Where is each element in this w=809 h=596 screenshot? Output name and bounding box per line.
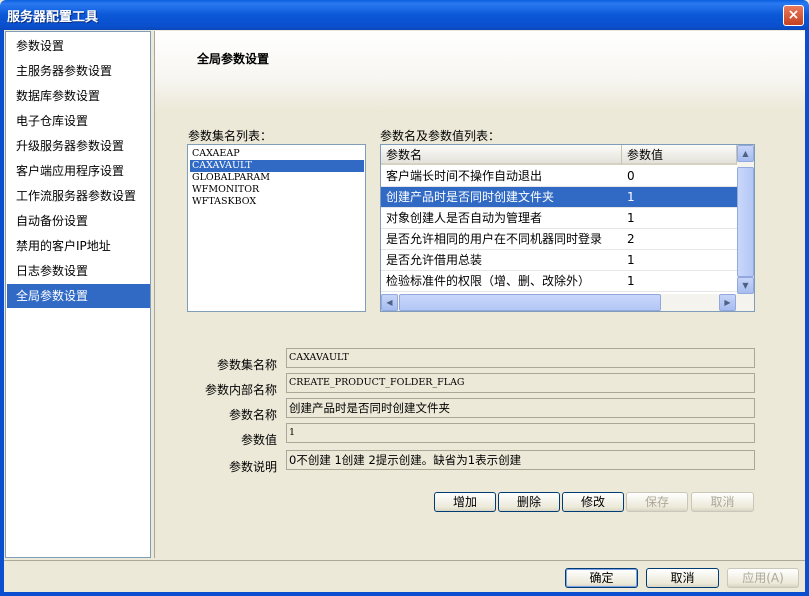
- param-desc-label: 参数说明: [228, 460, 277, 474]
- table-row[interactable]: 对象创建人是否自动为管理者 1: [381, 208, 737, 229]
- cancel-edit-button[interactable]: 取消: [691, 492, 754, 512]
- param-grid[interactable]: 参数名 参数值 客户端长时间不操作自动退出 0 创建产品时是否同时创建文件夹 1…: [380, 144, 755, 312]
- cancel-button[interactable]: 取消: [646, 568, 719, 588]
- cell-value: 1: [627, 253, 635, 267]
- header-band: [155, 31, 805, 111]
- sidebar-item-client-app[interactable]: 客户端应用程序设置: [7, 159, 150, 183]
- sidebar-item-workflow-server[interactable]: 工作流服务器参数设置: [7, 184, 150, 208]
- table-row[interactable]: 是否允许借用总装 1: [381, 250, 737, 271]
- param-value-label: 参数值: [240, 433, 277, 447]
- sidebar-item-global[interactable]: 全局参数设置: [7, 284, 150, 308]
- grid-header: 参数名 参数值: [381, 145, 737, 165]
- cell-value: 1: [627, 274, 635, 288]
- table-row[interactable]: 创建产品时是否同时创建文件夹 1: [381, 187, 737, 208]
- dialog-button-bar: 确定 取消 应用(A): [4, 560, 805, 592]
- param-name-field: 创建产品时是否同时创建文件夹: [286, 398, 755, 418]
- cell-name: 对象创建人是否自动为管理者: [386, 211, 543, 225]
- internal-name-label: 参数内部名称: [204, 383, 277, 397]
- list-item[interactable]: CAXAVAULT: [190, 160, 364, 172]
- sidebar: 参数设置 主服务器参数设置 数据库参数设置 电子仓库设置 升级服务器参数设置 客…: [5, 31, 151, 558]
- cell-name: 是否允许相同的用户在不同机器同时登录: [386, 232, 603, 246]
- grid-label: 参数名及参数值列表：: [380, 129, 501, 143]
- sidebar-item-banned-ip[interactable]: 禁用的客户IP地址: [7, 234, 150, 258]
- sidebar-item-log[interactable]: 日志参数设置: [7, 259, 150, 283]
- title-bar[interactable]: 服务器配置工具 ×: [0, 0, 809, 30]
- set-list[interactable]: CAXAEAP CAXAVAULT GLOBALPARAM WFMONITOR …: [187, 144, 366, 312]
- cell-value: 1: [627, 211, 635, 225]
- table-row[interactable]: 是否允许相同的用户在不同机器同时登录 2: [381, 229, 737, 250]
- internal-name-field: CREATE_PRODUCT_FOLDER_FLAG: [286, 373, 755, 393]
- modify-button[interactable]: 修改: [562, 492, 624, 512]
- list-item[interactable]: GLOBALPARAM: [190, 172, 364, 184]
- grid-vertical-scrollbar[interactable]: ▲ ▼: [737, 145, 754, 294]
- cell-value: 2: [627, 232, 635, 246]
- window-frame-left: [0, 30, 4, 596]
- cell-name: 是否允许借用总装: [386, 253, 483, 267]
- column-header-name[interactable]: 参数名: [381, 145, 622, 165]
- cell-name: 客户端长时间不操作自动退出: [386, 169, 543, 183]
- page-title: 全局参数设置: [197, 52, 270, 66]
- scroll-thumb-horizontal[interactable]: [399, 294, 661, 311]
- cell-name: 创建产品时是否同时创建文件夹: [386, 190, 555, 204]
- window-frame-bottom: [0, 592, 809, 596]
- grid-horizontal-scrollbar[interactable]: ◀ ▶: [381, 294, 754, 311]
- config-window: 服务器配置工具 × 参数设置 主服务器参数设置 数据库参数设置 电子仓库设置 升…: [0, 0, 809, 596]
- apply-button[interactable]: 应用(A): [727, 568, 799, 588]
- scroll-right-icon[interactable]: ▶: [719, 294, 736, 311]
- scroll-down-icon[interactable]: ▼: [737, 277, 754, 294]
- add-button[interactable]: 增加: [434, 492, 496, 512]
- main-panel: 全局参数设置 参数集名列表： 参数名及参数值列表： CAXAEAP CAXAVA…: [154, 31, 805, 558]
- scroll-left-icon[interactable]: ◀: [381, 294, 398, 311]
- param-value-field[interactable]: 1: [286, 423, 755, 443]
- window-title: 服务器配置工具: [7, 10, 99, 25]
- cell-value: 1: [627, 190, 635, 204]
- list-item[interactable]: WFMONITOR: [190, 184, 364, 196]
- sidebar-item-auto-backup[interactable]: 自动备份设置: [7, 209, 150, 233]
- scroll-up-icon[interactable]: ▲: [737, 145, 754, 162]
- table-row[interactable]: 检验标准件的权限（增、删、改除外） 1: [381, 271, 737, 292]
- sidebar-item-vault[interactable]: 电子仓库设置: [7, 109, 150, 133]
- window-frame-right: [805, 30, 809, 596]
- cell-name: 检验标准件的权限（增、删、改除外）: [386, 274, 591, 288]
- list-item[interactable]: WFTASKBOX: [190, 196, 364, 208]
- set-name-field: CAXAVAULT: [286, 348, 755, 368]
- sidebar-item-main-server[interactable]: 主服务器参数设置: [7, 59, 150, 83]
- sidebar-item-database[interactable]: 数据库参数设置: [7, 84, 150, 108]
- param-desc-field: 0不创建 1创建 2提示创建。缺省为1表示创建: [286, 450, 755, 470]
- sidebar-item-params[interactable]: 参数设置: [7, 34, 150, 58]
- set-list-label: 参数集名列表：: [188, 129, 273, 143]
- cell-value: 0: [627, 169, 635, 183]
- close-button[interactable]: ×: [783, 5, 804, 26]
- sidebar-item-upgrade-server[interactable]: 升级服务器参数设置: [7, 134, 150, 158]
- table-row[interactable]: 客户端长时间不操作自动退出 0: [381, 166, 737, 187]
- ok-button[interactable]: 确定: [565, 568, 638, 588]
- scroll-thumb-vertical[interactable]: [737, 167, 754, 277]
- set-name-label: 参数集名称: [216, 358, 277, 372]
- column-header-value[interactable]: 参数值: [622, 145, 737, 165]
- save-button[interactable]: 保存: [626, 492, 688, 512]
- list-item[interactable]: CAXAEAP: [190, 148, 364, 160]
- delete-button[interactable]: 删除: [498, 492, 560, 512]
- param-name-label: 参数名称: [228, 408, 277, 422]
